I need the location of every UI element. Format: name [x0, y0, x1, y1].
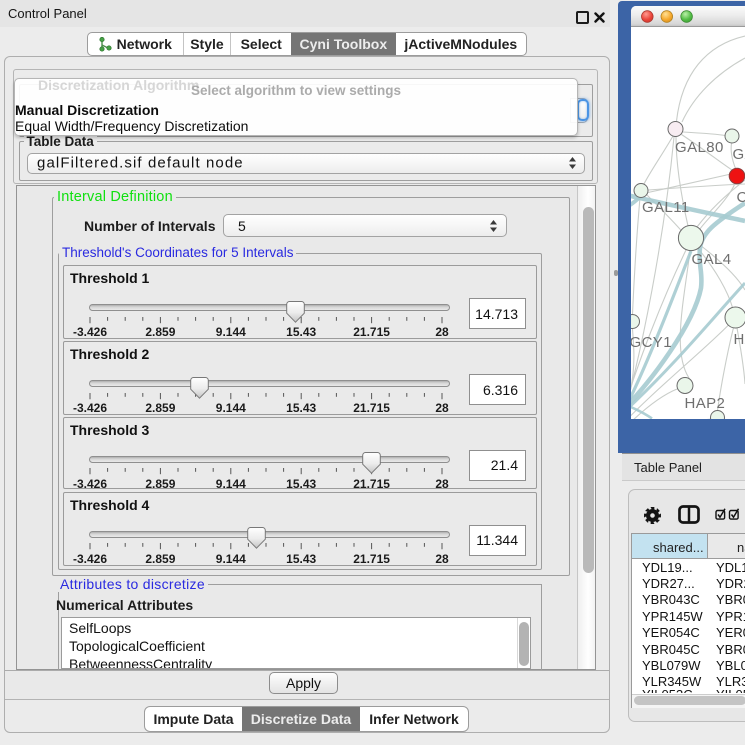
svg-text:GCY1: GCY1: [631, 334, 672, 351]
svg-text:GAL11: GAL11: [642, 199, 690, 216]
svg-text:HAP2: HAP2: [685, 395, 726, 412]
svg-text:GAL4: GAL4: [733, 146, 745, 163]
svg-text:HAP4: HAP4: [734, 331, 745, 348]
svg-text:GAL80: GAL80: [675, 139, 724, 156]
svg-text:C: C: [737, 189, 745, 206]
svg-text:GAL4: GAL4: [692, 251, 732, 268]
